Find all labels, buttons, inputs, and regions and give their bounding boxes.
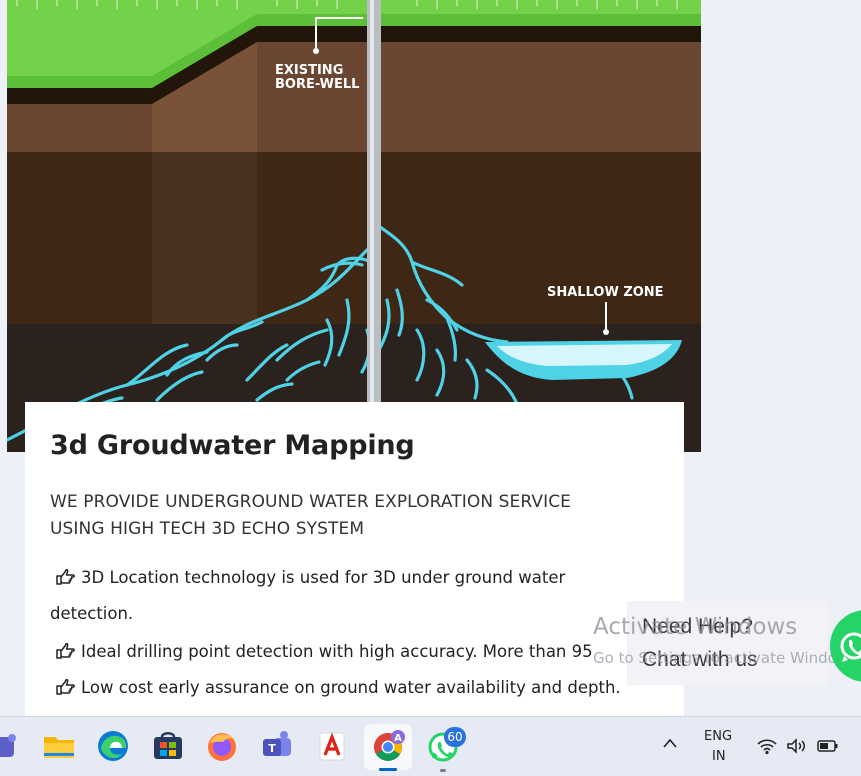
feature-item: 3D Location technology is used for 3D un… [50, 568, 565, 589]
battery-icon[interactable] [816, 737, 840, 759]
bore-pipe-shine [370, 0, 374, 402]
pointer-dot [603, 329, 609, 335]
feature-text: 3D Location technology is used for 3D un… [81, 568, 566, 587]
card-subtitle-line2: USING HIGH TECH 3D ECHO SYSTEM [50, 519, 365, 539]
region-indicator[interactable]: IN [712, 749, 726, 764]
whatsapp-chat-button[interactable] [830, 610, 861, 682]
language-indicator[interactable]: ENG [704, 729, 732, 744]
feature-item-continued: detection. [50, 604, 133, 623]
taskbar: T A 60 ENG IN [0, 716, 861, 776]
teams-icon[interactable] [0, 729, 20, 763]
illustration-svg: EXISTING BORE-WELL SHALLOW ZONE [7, 0, 701, 452]
card-subtitle: WE PROVIDE UNDERGROUND WATER EXPLORATION… [50, 489, 650, 543]
firefox-icon[interactable] [205, 729, 239, 763]
svg-text:T: T [268, 742, 276, 755]
pointer-dot [313, 48, 319, 54]
feature-item: Low cost early assurance on ground water… [50, 678, 621, 699]
store-icon[interactable] [151, 729, 185, 763]
hand-pointer-icon [55, 678, 81, 699]
chrome-icon[interactable]: A [371, 729, 405, 763]
teams-work-icon[interactable]: T [260, 729, 294, 763]
layer-mid-highlight [152, 152, 257, 324]
hand-pointer-icon [55, 568, 81, 589]
card-subtitle-line1: WE PROVIDE UNDERGROUND WATER EXPLORATION… [50, 492, 572, 512]
running-indicator [440, 769, 446, 772]
activate-windows-watermark: Activate Windows [593, 614, 798, 640]
card-title: 3d Groudwater Mapping [50, 430, 415, 461]
existing-label-line1: EXISTING [275, 63, 343, 78]
service-card: 3d Groudwater Mapping WE PROVIDE UNDERGR… [25, 402, 684, 720]
file-explorer-icon[interactable] [42, 729, 76, 763]
wifi-icon[interactable] [756, 737, 778, 759]
svg-text:A: A [394, 733, 402, 744]
whatsapp-icon [840, 632, 861, 662]
volume-icon[interactable] [786, 737, 808, 759]
edge-icon[interactable] [96, 729, 130, 763]
feature-text: detection. [50, 604, 134, 623]
show-hidden-icons-chevron-icon[interactable] [662, 733, 678, 754]
acrobat-icon[interactable] [315, 729, 349, 763]
notification-badge: 60 [444, 727, 466, 747]
hand-pointer-icon [55, 642, 81, 663]
shallow-zone-label: SHALLOW ZONE [547, 285, 664, 300]
groundwater-illustration: EXISTING BORE-WELL SHALLOW ZONE [7, 0, 701, 452]
feature-text: Ideal drilling point detection with high… [81, 642, 593, 661]
existing-label-line2: BORE-WELL [275, 77, 359, 92]
feature-item: Ideal drilling point detection with high… [50, 642, 593, 663]
activate-windows-hint: Go to Settings to activate Windows. [593, 649, 861, 667]
screen: EXISTING BORE-WELL SHALLOW ZONE 3d Groud… [0, 0, 861, 776]
active-indicator [379, 768, 397, 771]
feature-text: Low cost early assurance on ground water… [81, 678, 621, 697]
